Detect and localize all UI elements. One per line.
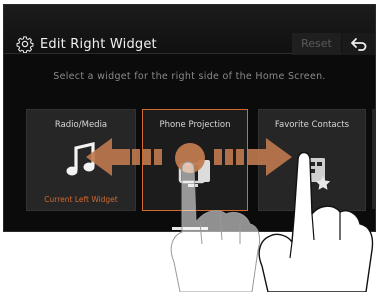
widget-edit-screen: Edit Right Widget Reset Select a widget … (3, 4, 376, 232)
instruction-text: Select a widget for the right side of th… (53, 71, 326, 82)
favorite-contacts-icon (307, 158, 331, 190)
widget-card-radio-media[interactable]: Radio/Media Current Left Widget (26, 109, 136, 211)
back-arrow-icon (350, 38, 366, 51)
page-indicator (172, 227, 208, 230)
page-title: Edit Right Widget (40, 36, 157, 52)
gear-icon (16, 36, 34, 53)
title-group: Edit Right Widget (16, 35, 157, 53)
music-note-icon (66, 141, 95, 176)
widget-card-label: Phone Projection (159, 120, 231, 130)
reset-button[interactable]: Reset (292, 33, 341, 55)
widget-card-label: Radio/Media (54, 120, 108, 130)
widget-card-phone-projection[interactable]: Phone Projection (142, 109, 248, 211)
next-widget-card-edge[interactable] (372, 109, 375, 209)
widget-card-favorite-contacts[interactable]: Favorite Contacts (258, 109, 366, 211)
phone-projection-icon (178, 160, 210, 187)
widget-card-label: Favorite Contacts (274, 120, 350, 130)
current-widget-note: Current Left Widget (44, 195, 118, 204)
back-button[interactable] (342, 33, 375, 55)
header-bar: Edit Right Widget Reset (4, 5, 375, 55)
